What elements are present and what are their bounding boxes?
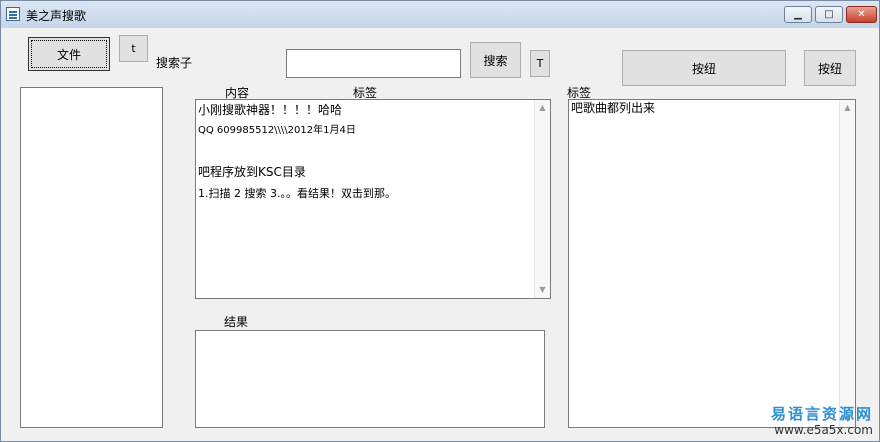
scroll-up-arrow-icon[interactable]: ▲ (535, 100, 550, 116)
maximize-button[interactable]: □ (815, 6, 843, 23)
content-line: QQ 609985512\\\\2012年1月4日 (198, 125, 356, 136)
search-label: 搜索子 (156, 56, 193, 70)
content-textarea[interactable]: 小刚搜歌神器！！！！哈哈 QQ 609985512\\\\2012年1月4日 吧… (195, 99, 551, 299)
wide-button[interactable]: 按纽 (622, 50, 786, 86)
scroll-up-arrow-icon[interactable]: ▲ (840, 100, 855, 116)
app-icon (6, 7, 20, 21)
title-bar[interactable]: 美之声搜歌 ▁ □ ✕ (1, 1, 879, 28)
t-small-button[interactable]: t (119, 35, 148, 62)
site-watermark: 易语言资源网 www.e5a5x.com (771, 405, 873, 437)
content-line (198, 146, 550, 158)
app-window: 美之声搜歌 ▁ □ ✕ 文件 t 搜索子 搜索 T 按纽 按纽 内容 标签 小刚… (0, 0, 880, 442)
file-button[interactable]: 文件 (28, 37, 110, 71)
left-listbox[interactable] (20, 87, 163, 428)
tag-text: 吧歌曲都列出来 (571, 101, 656, 115)
client-area: 文件 t 搜索子 搜索 T 按纽 按纽 内容 标签 小刚搜歌神器！！！！哈哈 Q… (6, 29, 876, 438)
tag-scrollbar[interactable]: ▲ ▼ (839, 100, 855, 427)
close-button[interactable]: ✕ (846, 6, 877, 23)
content-line: 吧程序放到KSC目录 (198, 165, 306, 179)
search-input[interactable] (286, 49, 461, 78)
scroll-down-arrow-icon[interactable]: ▼ (535, 282, 550, 298)
search-button[interactable]: 搜索 (470, 42, 521, 78)
content-scrollbar[interactable]: ▲ ▼ (534, 100, 550, 298)
result-label: 结果 (224, 315, 249, 329)
watermark-title: 易语言资源网 (770, 404, 873, 423)
right-button[interactable]: 按纽 (804, 50, 856, 86)
minimize-button[interactable]: ▁ (784, 6, 812, 23)
window-title: 美之声搜歌 (26, 9, 87, 23)
t-big-button[interactable]: T (530, 50, 550, 77)
content-line: 1.扫描 2 搜索 3.。。看结果！双击到那。 (198, 187, 396, 200)
content-line: 小刚搜歌神器！！！！哈哈 (198, 103, 343, 117)
result-textarea[interactable] (195, 330, 545, 428)
watermark-url: www.e5a5x.com (774, 422, 873, 437)
tag-textarea[interactable]: 吧歌曲都列出来 ▲ ▼ (568, 99, 856, 428)
